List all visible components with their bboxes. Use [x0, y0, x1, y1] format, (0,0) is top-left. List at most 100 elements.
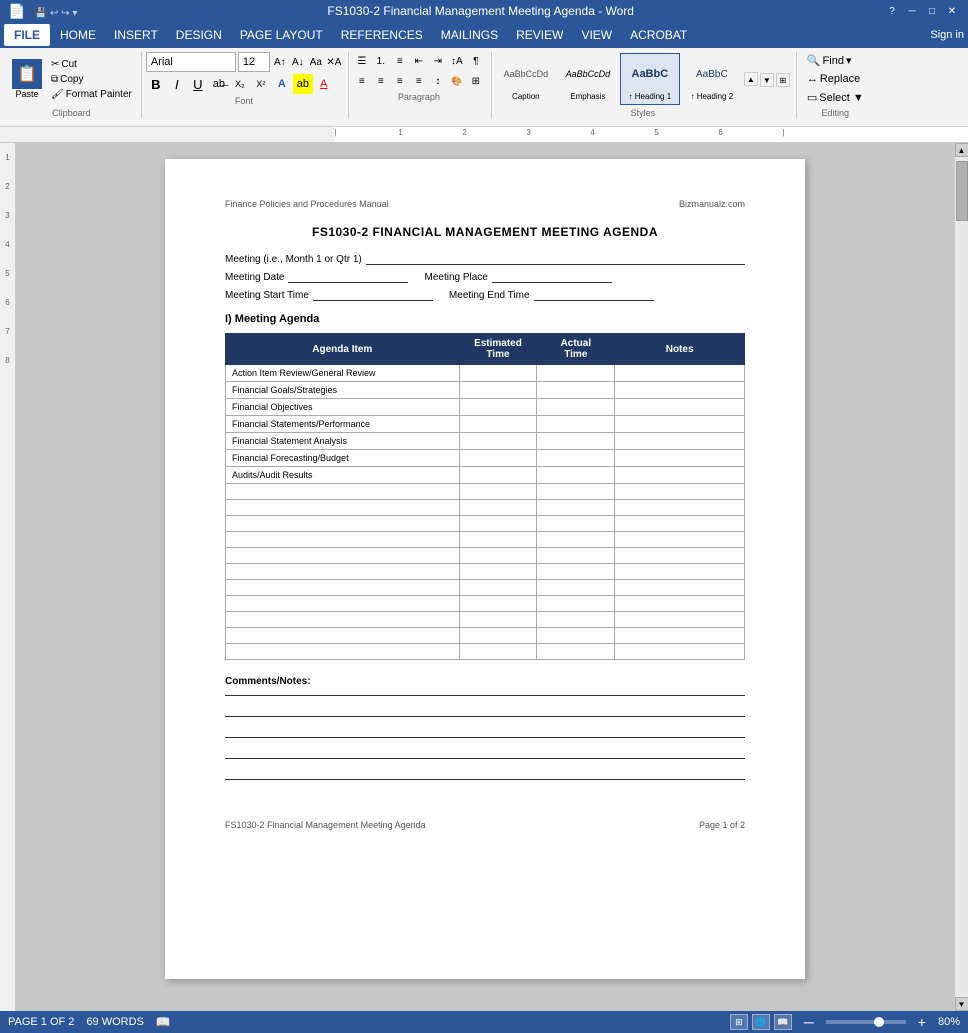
change-case-button[interactable]: Aa — [308, 54, 324, 70]
font-size-input[interactable] — [238, 52, 270, 72]
scroll-down-button[interactable]: ▼ — [955, 997, 968, 1011]
document-area[interactable]: Finance Policies and Procedures Manual B… — [16, 143, 954, 1011]
decrease-indent-button[interactable]: ⇤ — [410, 52, 428, 70]
style-caption-preview: AaBbCcDd — [498, 56, 554, 92]
clear-format-button[interactable]: ✕A — [326, 54, 342, 70]
ruler: | 1 2 3 4 5 6 | — [0, 127, 968, 143]
maximize-button[interactable]: □ — [924, 3, 940, 19]
font-grow-button[interactable]: A↑ — [272, 54, 288, 70]
bold-button[interactable]: B — [146, 74, 166, 94]
subscript-button[interactable]: X₂ — [230, 74, 250, 94]
table-cell-9-3 — [615, 516, 745, 532]
underline-button[interactable]: U — [188, 74, 208, 94]
title-bar: 📄 💾 ↩ ↪ ▾ FS1030-2 Financial Management … — [0, 0, 968, 22]
table-cell-3-1 — [459, 416, 537, 433]
table-cell-9-1 — [459, 516, 537, 532]
col-header-notes: Notes — [615, 334, 745, 365]
style-heading2[interactable]: AaBbC ↑ Heading 2 — [682, 53, 742, 105]
table-cell-16-2 — [537, 628, 615, 644]
table-row — [226, 500, 745, 516]
show-marks-button[interactable]: ¶ — [467, 52, 485, 70]
acrobat-menu[interactable]: ACROBAT — [622, 26, 695, 44]
text-effects-button[interactable]: A — [272, 74, 292, 94]
minimize-button[interactable]: ─ — [904, 3, 920, 19]
justify-button[interactable]: ≡ — [410, 72, 428, 90]
view-menu[interactable]: VIEW — [573, 26, 620, 44]
align-right-button[interactable]: ≡ — [391, 72, 409, 90]
font-label: Font — [146, 96, 342, 106]
highlight-button[interactable]: ab — [293, 74, 313, 94]
paragraph-label: Paragraph — [353, 92, 485, 102]
align-left-button[interactable]: ≡ — [353, 72, 371, 90]
zoom-thumb[interactable] — [874, 1017, 884, 1027]
multilevel-list-button[interactable]: ≡ — [391, 52, 409, 70]
title-bar-icons: 💾 ↩ ↪ ▾ — [35, 8, 78, 19]
styles-scroll-up[interactable]: ▲ — [744, 72, 758, 86]
italic-button[interactable]: I — [167, 74, 187, 94]
sort-button[interactable]: ↕A — [448, 52, 466, 70]
style-heading1[interactable]: AaBbC ↑ Heading 1 — [620, 53, 680, 105]
font-name-input[interactable] — [146, 52, 236, 72]
scroll-up-button[interactable]: ▲ — [955, 143, 968, 157]
section-heading: I) Meeting Agenda — [225, 313, 745, 325]
copy-button[interactable]: ⧉ Copy — [48, 73, 135, 86]
cut-button[interactable]: ✂ Cut — [48, 58, 135, 71]
sign-in-link[interactable]: Sign in — [930, 29, 964, 41]
file-menu[interactable]: FILE — [4, 24, 50, 46]
references-menu[interactable]: REFERENCES — [333, 26, 431, 44]
left-ruler: 1 2 3 4 5 6 7 8 — [0, 143, 16, 1011]
title-bar-title: FS1030-2 Financial Management Meeting Ag… — [77, 4, 884, 18]
review-menu[interactable]: REVIEW — [508, 26, 571, 44]
page-layout-menu[interactable]: PAGE LAYOUT — [232, 26, 331, 44]
font-shrink-button[interactable]: A↓ — [290, 54, 306, 70]
numbering-button[interactable]: 1. — [372, 52, 390, 70]
meeting-start-label: Meeting Start Time — [225, 290, 309, 301]
help-button[interactable]: ? — [884, 3, 900, 19]
table-cell-5-1 — [459, 450, 537, 467]
table-row — [226, 628, 745, 644]
shading-button[interactable]: 🎨 — [448, 72, 466, 90]
table-cell-15-0 — [226, 612, 460, 628]
table-cell-11-0 — [226, 548, 460, 564]
close-button[interactable]: ✕ — [944, 3, 960, 19]
select-button[interactable]: ▭ Select ▼ — [801, 89, 870, 106]
paste-button[interactable]: 📋 Paste — [8, 57, 46, 101]
borders-button[interactable]: ⊞ — [467, 72, 485, 90]
editing-label: Editing — [801, 108, 870, 118]
style-emphasis[interactable]: AaBbCcDd Emphasis — [558, 53, 618, 105]
insert-menu[interactable]: INSERT — [106, 26, 166, 44]
increase-indent-button[interactable]: ⇥ — [429, 52, 447, 70]
table-cell-8-2 — [537, 500, 615, 516]
proofing-icon[interactable]: 📖 — [156, 1015, 171, 1029]
design-menu[interactable]: DESIGN — [168, 26, 230, 44]
superscript-button[interactable]: X² — [251, 74, 271, 94]
font-color-button[interactable]: A — [314, 74, 334, 94]
mailings-menu[interactable]: MAILINGS — [433, 26, 506, 44]
table-cell-17-1 — [459, 644, 537, 660]
zoom-slider[interactable] — [826, 1020, 906, 1024]
align-center-button[interactable]: ≡ — [372, 72, 390, 90]
scrollbar-thumb[interactable] — [956, 161, 968, 221]
format-painter-button[interactable]: 🖌 Format Painter — [48, 88, 135, 101]
table-row — [226, 644, 745, 660]
home-menu[interactable]: HOME — [52, 26, 104, 44]
styles-scroll-down[interactable]: ▼ — [760, 73, 774, 87]
table-row — [226, 580, 745, 596]
table-cell-6-3 — [615, 467, 745, 484]
table-cell-17-3 — [615, 644, 745, 660]
select-icon: ▭ — [807, 91, 817, 104]
style-caption[interactable]: AaBbCcDd Caption — [496, 53, 556, 105]
strikethrough-button[interactable]: ab̶ — [209, 74, 229, 94]
paragraph-buttons-row2: ≡ ≡ ≡ ≡ ↕ 🎨 ⊞ — [353, 72, 485, 90]
find-button[interactable]: 🔍 Find ▾ — [801, 52, 870, 69]
table-cell-10-1 — [459, 532, 537, 548]
page-footer-left: FS1030-2 Financial Management Meeting Ag… — [225, 820, 426, 830]
style-emphasis-label: Emphasis — [570, 92, 605, 101]
line-spacing-button[interactable]: ↕ — [429, 72, 447, 90]
replace-button[interactable]: ↔ Replace — [801, 71, 870, 87]
styles-expand[interactable]: ⊞ — [776, 73, 790, 87]
bullets-button[interactable]: ☰ — [353, 52, 371, 70]
table-cell-8-0 — [226, 500, 460, 516]
table-cell-13-2 — [537, 580, 615, 596]
meeting-end-line — [534, 289, 654, 301]
